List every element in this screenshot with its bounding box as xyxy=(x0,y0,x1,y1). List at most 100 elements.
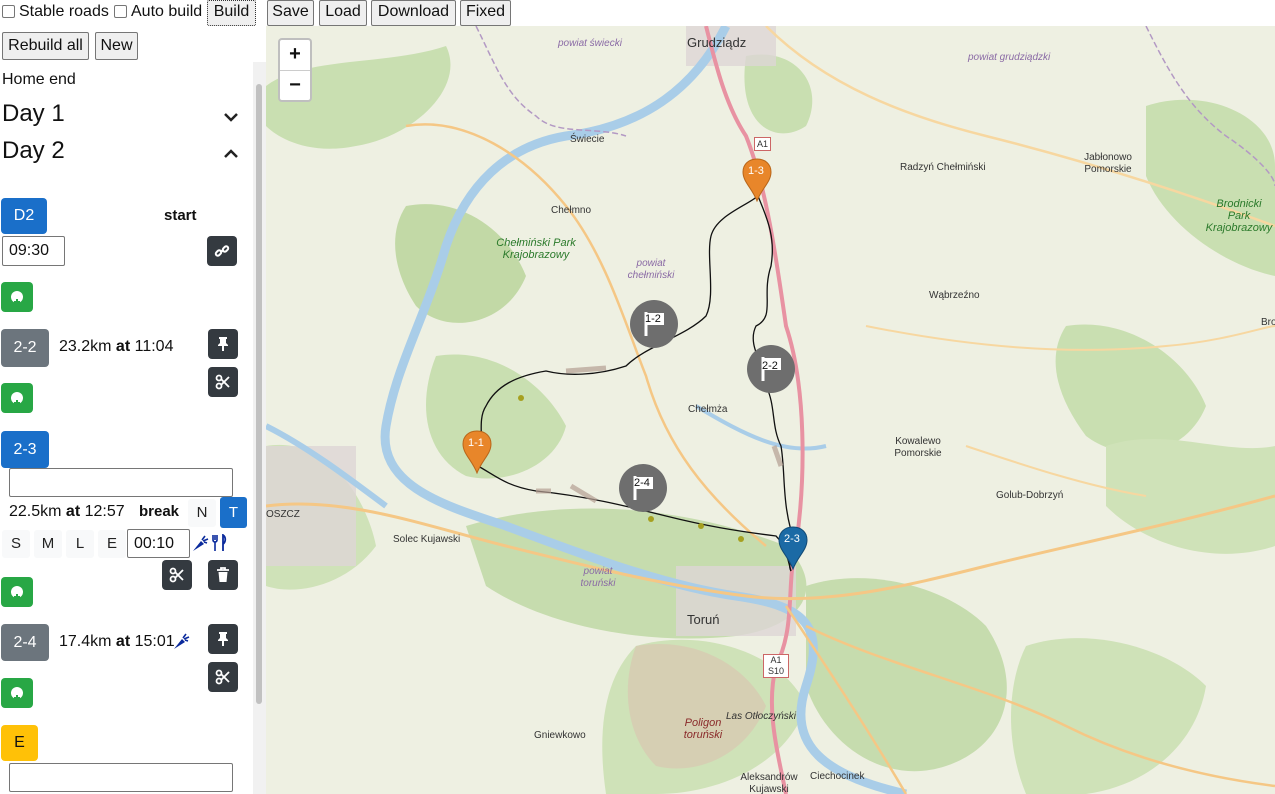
place-label: Radzyń Chełmiński xyxy=(900,162,986,173)
place-label: Świecie xyxy=(570,134,605,145)
start-label: start xyxy=(164,207,197,224)
place-label: Bro xyxy=(1261,317,1275,328)
meal-s-button[interactable]: S xyxy=(2,530,30,558)
break-duration-input[interactable] xyxy=(127,529,190,558)
meal-e-button[interactable]: E xyxy=(98,530,126,558)
pin-button[interactable] xyxy=(208,329,238,359)
link-button[interactable] xyxy=(207,236,237,266)
stop-2-4-button[interactable]: 2-4 xyxy=(1,624,49,661)
zoom-out-button[interactable]: − xyxy=(280,71,310,101)
top-toolbar: Stable roads Auto build Build Save Load … xyxy=(0,0,1275,26)
auto-build-checkbox[interactable] xyxy=(114,5,127,18)
road-label: A1 xyxy=(754,137,772,151)
place-label: powiat świecki xyxy=(558,38,622,49)
stop-2-2-button[interactable]: 2-2 xyxy=(1,329,49,367)
road-label: A1 S10 xyxy=(763,654,789,678)
carrot-icon xyxy=(193,535,209,551)
plus-icon xyxy=(14,394,20,406)
scissors-icon xyxy=(169,567,184,583)
download-button[interactable]: Download xyxy=(371,0,456,26)
size-n-button[interactable]: N xyxy=(188,499,216,527)
marker-label: 2-3 xyxy=(784,533,800,545)
day2-start-button[interactable]: D2 xyxy=(1,198,47,234)
break-label: break xyxy=(139,503,180,520)
new-button[interactable]: New xyxy=(95,32,138,60)
place-label: Toruń xyxy=(687,612,720,627)
place-label: powiat chełmiński xyxy=(627,258,675,281)
add-stop-button[interactable] xyxy=(1,383,33,413)
pin-icon xyxy=(218,632,228,646)
place-label: Jabłonowo Pomorskie xyxy=(1084,152,1132,175)
rebuild-all-button[interactable]: Rebuild all xyxy=(2,32,89,60)
place-label: Kowalewo Pomorskie xyxy=(894,436,942,459)
place-label: Aleksandrów Kujawski xyxy=(740,772,798,794)
cut-button[interactable] xyxy=(208,662,238,692)
start-time-input[interactable] xyxy=(2,236,65,266)
sidebar: Rebuild all New Home end Day 1 Day 2 D2 … xyxy=(0,26,266,794)
day1-title[interactable]: Day 1 xyxy=(2,100,65,128)
add-stop-button[interactable] xyxy=(1,678,33,708)
add-stop-button[interactable] xyxy=(1,577,33,607)
end-name-input[interactable] xyxy=(9,763,233,792)
waypoint-2-4[interactable]: 2-4 xyxy=(619,464,667,512)
scrollbar-thumb[interactable] xyxy=(256,84,262,704)
place-label: Ciechocinek xyxy=(810,771,865,782)
stop-2-3-button[interactable]: 2-3 xyxy=(1,431,49,468)
chevron-down-icon[interactable] xyxy=(222,108,240,126)
place-label: powiat grudziądzki xyxy=(968,52,1051,63)
plus-icon xyxy=(14,293,20,305)
place-label: OSZCZ xyxy=(266,509,300,520)
end-button[interactable]: E xyxy=(1,725,38,761)
place-label: Golub-Dobrzyń xyxy=(996,490,1064,501)
at-label: at xyxy=(115,633,131,650)
build-button[interactable]: Build xyxy=(207,0,256,26)
place-label: Solec Kujawski xyxy=(393,534,461,545)
stop-name-input[interactable] xyxy=(9,468,233,497)
marker-1-1[interactable]: 1-1 xyxy=(462,430,492,475)
place-label: Gniewkowo xyxy=(534,730,586,741)
link-icon xyxy=(214,245,230,257)
arrival-time: 12:57 xyxy=(84,503,125,520)
place-label: Chełmno xyxy=(551,205,592,216)
marker-2-3[interactable]: 2-3 xyxy=(778,526,808,571)
place-label: Grudziądz xyxy=(687,35,747,50)
stop-2-4-stats: 17.4km at 15:01 xyxy=(59,632,175,652)
meal-l-button[interactable]: L xyxy=(66,530,94,558)
zoom-control: + − xyxy=(278,38,312,102)
add-stop-button[interactable] xyxy=(1,282,33,312)
map[interactable]: Grudziądz powiat świecki powiat grudziąd… xyxy=(266,26,1275,794)
place-label: Brodnicki Park Krajobrazowy xyxy=(1205,198,1273,234)
delete-button[interactable] xyxy=(208,560,238,590)
place-label: Las Otłoczyński xyxy=(726,711,797,722)
at-label: at xyxy=(65,503,81,520)
save-button[interactable]: Save xyxy=(267,0,314,26)
waypoint-2-2[interactable]: 2-2 xyxy=(747,345,795,393)
utensils-icon xyxy=(212,534,227,551)
arrival-time: 11:04 xyxy=(134,338,174,355)
place-label: Chełmża xyxy=(688,404,728,415)
place-label: powiat toruński xyxy=(580,566,616,589)
zoom-in-button[interactable]: + xyxy=(280,40,310,71)
place-label: Wąbrzeźno xyxy=(929,290,980,301)
size-t-button[interactable]: T xyxy=(220,497,247,528)
waypoint-1-2[interactable]: 1-2 xyxy=(630,300,678,348)
pin-button[interactable] xyxy=(208,624,238,654)
sidebar-scrollbar[interactable] xyxy=(253,62,266,794)
marker-label: 1-3 xyxy=(748,165,764,177)
marker-1-3[interactable]: 1-3 xyxy=(742,158,772,203)
distance: 22.5km xyxy=(9,503,62,520)
distance: 17.4km xyxy=(59,633,112,650)
meal-m-button[interactable]: M xyxy=(34,530,62,558)
plus-icon xyxy=(14,689,20,701)
fixed-button[interactable]: Fixed xyxy=(460,0,511,26)
chevron-up-icon[interactable] xyxy=(222,145,240,163)
load-button[interactable]: Load xyxy=(319,0,367,26)
cut-button[interactable] xyxy=(208,367,238,397)
stable-roads-checkbox[interactable] xyxy=(2,5,15,18)
cut-button[interactable] xyxy=(162,560,192,590)
waypoint-label: 2-4 xyxy=(634,477,650,489)
distance: 23.2km xyxy=(59,338,112,355)
day2-title[interactable]: Day 2 xyxy=(2,137,65,165)
plus-icon xyxy=(14,588,20,600)
pin-icon xyxy=(218,337,228,351)
